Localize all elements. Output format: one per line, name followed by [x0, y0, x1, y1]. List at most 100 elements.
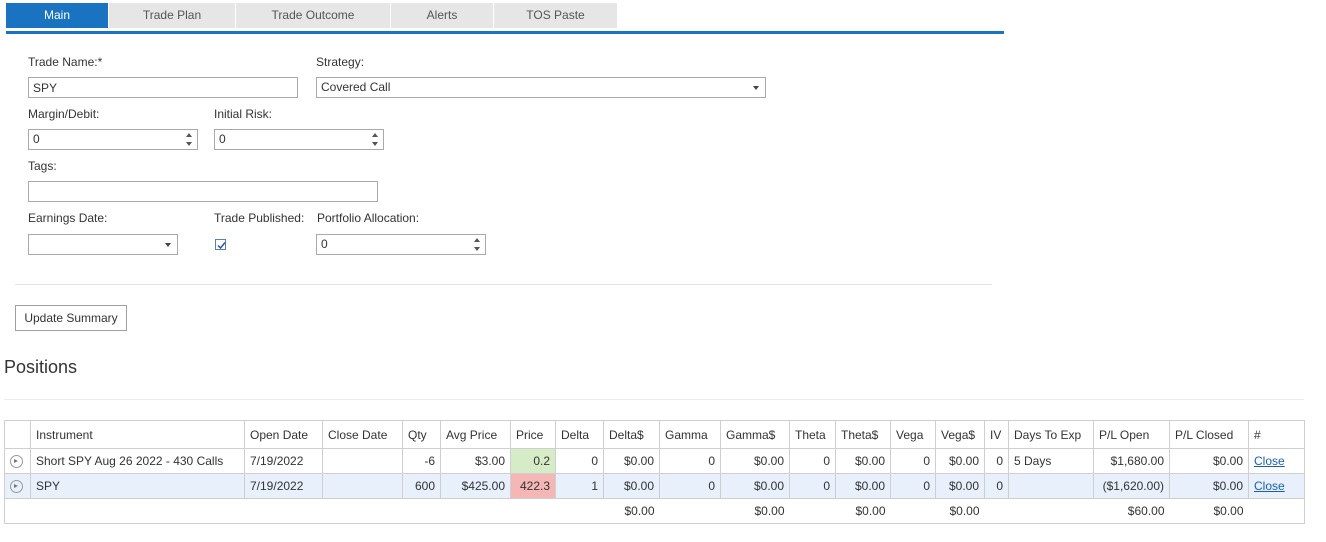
- delta-dollar-cell: $0.00: [603, 448, 660, 474]
- vega-cell: 0: [890, 448, 936, 474]
- table-row[interactable]: Short SPY Aug 26 2022 - 430 Calls 7/19/2…: [4, 448, 1305, 474]
- col-header-vega[interactable]: Vega: [890, 420, 936, 449]
- totals-empty: [659, 498, 721, 524]
- col-header-action: #: [1248, 420, 1305, 449]
- update-summary-button[interactable]: Update Summary: [15, 305, 127, 331]
- strategy-label: Strategy:: [316, 55, 365, 69]
- totals-empty: [402, 498, 441, 524]
- total-vega-dollar: $0.00: [935, 498, 985, 524]
- total-pl-open: $60.00: [1093, 498, 1170, 524]
- price-cell: 0.2: [510, 448, 556, 474]
- col-header-pl-open[interactable]: P/L Open: [1093, 420, 1170, 449]
- totals-empty: [890, 498, 936, 524]
- totals-empty: [4, 498, 31, 524]
- qty-cell: -6: [402, 448, 441, 474]
- avg-price-cell: $425.00: [440, 473, 511, 499]
- divider: [15, 284, 992, 285]
- theta-cell: 0: [789, 448, 836, 474]
- col-header-delta[interactable]: Delta: [555, 420, 604, 449]
- qty-cell: 600: [402, 473, 441, 499]
- col-header-days-to-exp[interactable]: Days To Exp: [1008, 420, 1094, 449]
- close-position-link[interactable]: Close: [1254, 454, 1285, 468]
- days-to-exp-cell: [1008, 473, 1094, 499]
- margin-debit-input[interactable]: 0: [28, 129, 198, 150]
- col-header-vega-dollar[interactable]: Vega$: [935, 420, 985, 449]
- tab-trade-outcome[interactable]: Trade Outcome: [236, 3, 391, 28]
- chevron-down-icon: [753, 86, 759, 90]
- expand-arrow-icon[interactable]: [10, 455, 23, 469]
- spinner-icon[interactable]: [474, 237, 482, 252]
- col-header-price[interactable]: Price: [510, 420, 556, 449]
- tab-alerts[interactable]: Alerts: [391, 3, 494, 28]
- total-gamma-dollar: $0.00: [720, 498, 790, 524]
- totals-row: $0.00 $0.00 $0.00 $0.00 $60.00 $0.00: [4, 498, 1305, 524]
- totals-empty: [984, 498, 1009, 524]
- open-date-cell: 7/19/2022: [244, 473, 323, 499]
- tab-trade-plan[interactable]: Trade Plan: [109, 3, 236, 28]
- col-header-delta-dollar[interactable]: Delta$: [603, 420, 660, 449]
- totals-empty: [510, 498, 556, 524]
- vega-cell: 0: [890, 473, 936, 499]
- totals-empty: [1008, 498, 1094, 524]
- col-header-qty[interactable]: Qty: [402, 420, 441, 449]
- tags-label: Tags:: [28, 159, 57, 173]
- positions-table: Instrument Open Date Close Date Qty Avg …: [4, 420, 1305, 524]
- action-cell: Close: [1248, 473, 1305, 499]
- tab-main[interactable]: Main: [6, 3, 109, 28]
- close-position-link[interactable]: Close: [1254, 479, 1285, 493]
- open-date-cell: 7/19/2022: [244, 448, 323, 474]
- theta-dollar-cell: $0.00: [835, 473, 891, 499]
- pl-open-cell: ($1,620.00): [1093, 473, 1170, 499]
- close-date-cell: [322, 473, 403, 499]
- trade-published-checkbox[interactable]: [215, 239, 226, 250]
- margin-debit-value: 0: [33, 132, 40, 146]
- col-header-instrument[interactable]: Instrument: [30, 420, 245, 449]
- days-to-exp-cell: 5 Days: [1008, 448, 1094, 474]
- col-header-open-date[interactable]: Open Date: [244, 420, 323, 449]
- tab-tos-paste[interactable]: TOS Paste: [494, 3, 618, 28]
- trade-published-label: Trade Published:: [214, 211, 305, 225]
- col-header-gamma[interactable]: Gamma: [659, 420, 721, 449]
- theta-cell: 0: [789, 473, 836, 499]
- strategy-value: Covered Call: [321, 80, 391, 94]
- instrument-cell: SPY: [30, 473, 245, 499]
- col-header-iv[interactable]: IV: [984, 420, 1009, 449]
- col-header-avg-price[interactable]: Avg Price: [440, 420, 511, 449]
- checkmark-icon: [217, 242, 226, 250]
- spinner-icon[interactable]: [372, 132, 380, 147]
- positions-title: Positions: [4, 357, 78, 377]
- initial-risk-value: 0: [219, 132, 226, 146]
- chevron-down-icon: [165, 243, 171, 247]
- col-header-close-date[interactable]: Close Date: [322, 420, 403, 449]
- col-header-theta-dollar[interactable]: Theta$: [835, 420, 891, 449]
- trade-name-input[interactable]: [28, 77, 298, 98]
- table-row[interactable]: SPY 7/19/2022 600 $425.00 422.3 1 $0.00 …: [4, 473, 1305, 499]
- expand-arrow-icon[interactable]: [10, 480, 23, 494]
- portfolio-allocation-value: 0: [321, 237, 328, 251]
- row-expand-cell[interactable]: [4, 473, 31, 499]
- col-header-gamma-dollar[interactable]: Gamma$: [720, 420, 790, 449]
- delta-dollar-cell: $0.00: [603, 473, 660, 499]
- strategy-select[interactable]: Covered Call: [316, 77, 766, 98]
- tags-input[interactable]: [28, 181, 378, 202]
- totals-empty: [555, 498, 604, 524]
- earnings-date-select[interactable]: [28, 234, 178, 255]
- total-theta-dollar: $0.00: [835, 498, 891, 524]
- initial-risk-input[interactable]: 0: [214, 129, 384, 150]
- pl-open-cell: $1,680.00: [1093, 448, 1170, 474]
- col-header-expand: [4, 420, 31, 449]
- row-expand-cell[interactable]: [4, 448, 31, 474]
- iv-cell: 0: [984, 448, 1009, 474]
- totals-empty: [1248, 498, 1305, 524]
- portfolio-allocation-input[interactable]: 0: [316, 234, 486, 255]
- total-delta-dollar: $0.00: [603, 498, 660, 524]
- col-header-pl-closed[interactable]: P/L Closed: [1169, 420, 1249, 449]
- avg-price-cell: $3.00: [440, 448, 511, 474]
- close-date-cell: [322, 448, 403, 474]
- spinner-icon[interactable]: [186, 132, 194, 147]
- gamma-cell: 0: [659, 448, 721, 474]
- divider: [4, 399, 1304, 400]
- col-header-theta[interactable]: Theta: [789, 420, 836, 449]
- totals-empty: [440, 498, 511, 524]
- vega-dollar-cell: $0.00: [935, 473, 985, 499]
